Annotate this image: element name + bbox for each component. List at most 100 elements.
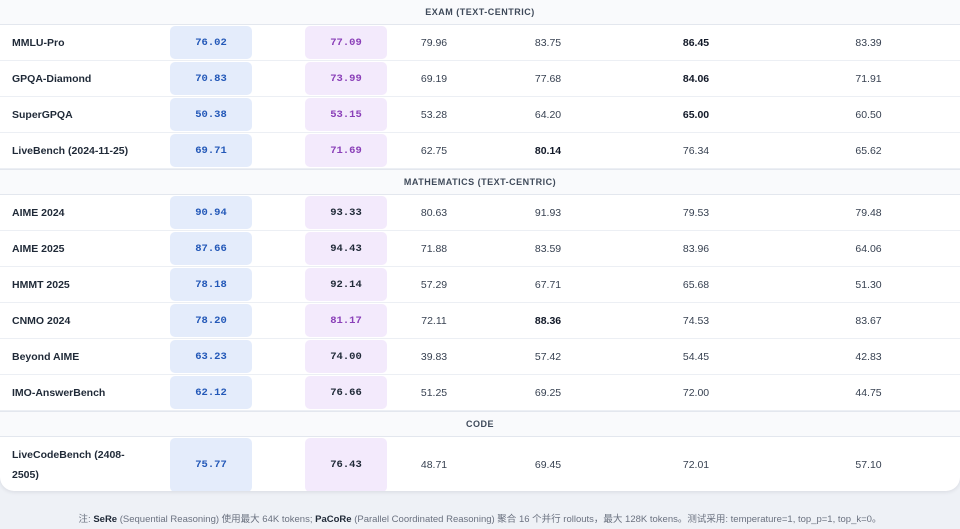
table-row: MMLU-Pro 76.02 77.09 79.96 83.75 86.45 8… [0, 25, 960, 61]
score-cell: 62.75 [420, 144, 448, 157]
score-cell: 84.06 [682, 72, 710, 85]
score-cell: 74.53 [682, 314, 710, 327]
pacore-score: 81.17 [305, 304, 387, 337]
score-cell: 83.39 [855, 36, 882, 49]
score-cell: 71.91 [855, 72, 882, 85]
table-row: LiveCodeBench (2408- 2505) 75.77 76.43 4… [0, 437, 960, 491]
sere-score: 90.94 [170, 196, 252, 229]
score-cell: 48.71 [420, 459, 448, 471]
section-header-code: CODE [0, 411, 960, 437]
table-row: GPQA-Diamond 70.83 73.99 69.19 77.68 84.… [0, 61, 960, 97]
benchmark-table: EXAM (TEXT-CENTRIC) MMLU-Pro 76.02 77.09… [0, 0, 960, 491]
pacore-score: 77.09 [305, 26, 387, 59]
score-cell: 71.88 [420, 242, 448, 255]
pacore-score: 71.69 [305, 134, 387, 167]
footnote-sere-text: (Sequential Reasoning) 使用最大 64K tokens; [117, 514, 316, 525]
pacore-score: 53.15 [305, 98, 387, 131]
score-cell: 65.00 [682, 108, 710, 121]
benchmark-name: SuperGPQA [12, 108, 73, 121]
score-cell: 64.20 [534, 108, 562, 121]
score-cell: 67.71 [534, 278, 562, 291]
pacore-score: 74.00 [305, 340, 387, 373]
table-row: HMMT 2025 78.18 92.14 57.29 67.71 65.68 … [0, 267, 960, 303]
pacore-score: 76.66 [305, 376, 387, 409]
score-cell: 80.63 [420, 206, 448, 219]
score-cell: 76.34 [682, 144, 710, 157]
benchmark-name-line: LiveCodeBench (2408- [12, 449, 125, 461]
pacore-score: 92.14 [305, 268, 387, 301]
score-cell: 69.25 [534, 386, 562, 399]
score-cell: 65.62 [855, 144, 882, 157]
table-row: AIME 2024 90.94 93.33 80.63 91.93 79.53 … [0, 195, 960, 231]
benchmark-name-line: 2505) [12, 469, 39, 481]
sere-score: 62.12 [170, 376, 252, 409]
footnote: 注: SeRe (Sequential Reasoning) 使用最大 64K … [0, 511, 960, 525]
score-cell: 51.25 [420, 386, 448, 399]
score-cell: 79.96 [420, 36, 448, 49]
score-cell: 57.42 [534, 350, 562, 363]
score-cell: 69.19 [420, 72, 448, 85]
score-cell: 79.53 [682, 206, 710, 219]
score-cell: 91.93 [534, 206, 562, 219]
sere-score: 78.18 [170, 268, 252, 301]
score-cell: 60.50 [855, 108, 882, 121]
table-row: IMO-AnswerBench 62.12 76.66 51.25 69.25 … [0, 375, 960, 411]
score-cell: 53.28 [420, 108, 448, 121]
benchmark-name: Beyond AIME [12, 350, 80, 363]
section-header-mathematics: MATHEMATICS (TEXT-CENTRIC) [0, 169, 960, 195]
score-cell: 72.00 [682, 386, 710, 399]
score-cell: 83.75 [534, 36, 562, 49]
pacore-score: 73.99 [305, 62, 387, 95]
footnote-sere-label: SeRe [93, 514, 118, 525]
sere-score: 63.23 [170, 340, 252, 373]
score-cell: 83.96 [682, 242, 710, 255]
benchmark-name: IMO-AnswerBench [12, 386, 106, 399]
section-header-exam: EXAM (TEXT-CENTRIC) [0, 0, 960, 25]
pacore-score: 94.43 [305, 232, 387, 265]
score-cell: 80.14 [534, 144, 562, 157]
table-row: SuperGPQA 50.38 53.15 53.28 64.20 65.00 … [0, 97, 960, 133]
score-cell: 72.01 [682, 459, 710, 471]
sere-score: 50.38 [170, 98, 252, 131]
score-cell: 83.59 [534, 242, 562, 255]
score-cell: 69.45 [534, 459, 562, 471]
score-cell: 57.10 [855, 459, 882, 471]
score-cell: 83.67 [855, 314, 882, 327]
table-row: LiveBench (2024-11-25) 69.71 71.69 62.75… [0, 133, 960, 169]
benchmark-name: GPQA-Diamond [12, 72, 92, 85]
score-cell: 88.36 [534, 314, 562, 327]
benchmark-name: LiveBench (2024-11-25) [12, 144, 129, 157]
sere-score: 69.71 [170, 134, 252, 167]
footnote-pacore-label: PaCoRe [315, 514, 352, 525]
score-cell: 54.45 [682, 350, 710, 363]
sere-score: 75.77 [170, 438, 252, 491]
footnote-prefix: 注: [78, 514, 94, 525]
benchmark-name: AIME 2025 [12, 242, 65, 255]
footnote-pacore-text: (Parallel Coordinated Reasoning) 聚合 16 个… [351, 514, 882, 525]
sere-score: 78.20 [170, 304, 252, 337]
score-cell: 79.48 [855, 206, 882, 219]
score-cell: 57.29 [420, 278, 448, 291]
score-cell: 44.75 [855, 386, 882, 399]
score-cell: 39.83 [420, 350, 448, 363]
score-cell: 72.11 [421, 314, 447, 327]
sere-score: 70.83 [170, 62, 252, 95]
score-cell: 65.68 [682, 278, 710, 291]
score-cell: 86.45 [682, 36, 710, 49]
benchmark-name: HMMT 2025 [12, 278, 70, 291]
table-row: AIME 2025 87.66 94.43 71.88 83.59 83.96 … [0, 231, 960, 267]
table-row: CNMO 2024 78.20 81.17 72.11 88.36 74.53 … [0, 303, 960, 339]
score-cell: 77.68 [534, 72, 562, 85]
score-cell: 51.30 [855, 278, 882, 291]
benchmark-name: MMLU-Pro [12, 36, 65, 49]
table-row: Beyond AIME 63.23 74.00 39.83 57.42 54.4… [0, 339, 960, 375]
benchmark-name: LiveCodeBench (2408- 2505) [0, 437, 170, 491]
sere-score: 87.66 [170, 232, 252, 265]
benchmark-name: AIME 2024 [12, 206, 65, 219]
pacore-score: 93.33 [305, 196, 387, 229]
score-cell: 42.83 [855, 350, 882, 363]
score-cell: 64.06 [855, 242, 882, 255]
sere-score: 76.02 [170, 26, 252, 59]
benchmark-name: CNMO 2024 [12, 314, 71, 327]
pacore-score: 76.43 [305, 438, 387, 491]
